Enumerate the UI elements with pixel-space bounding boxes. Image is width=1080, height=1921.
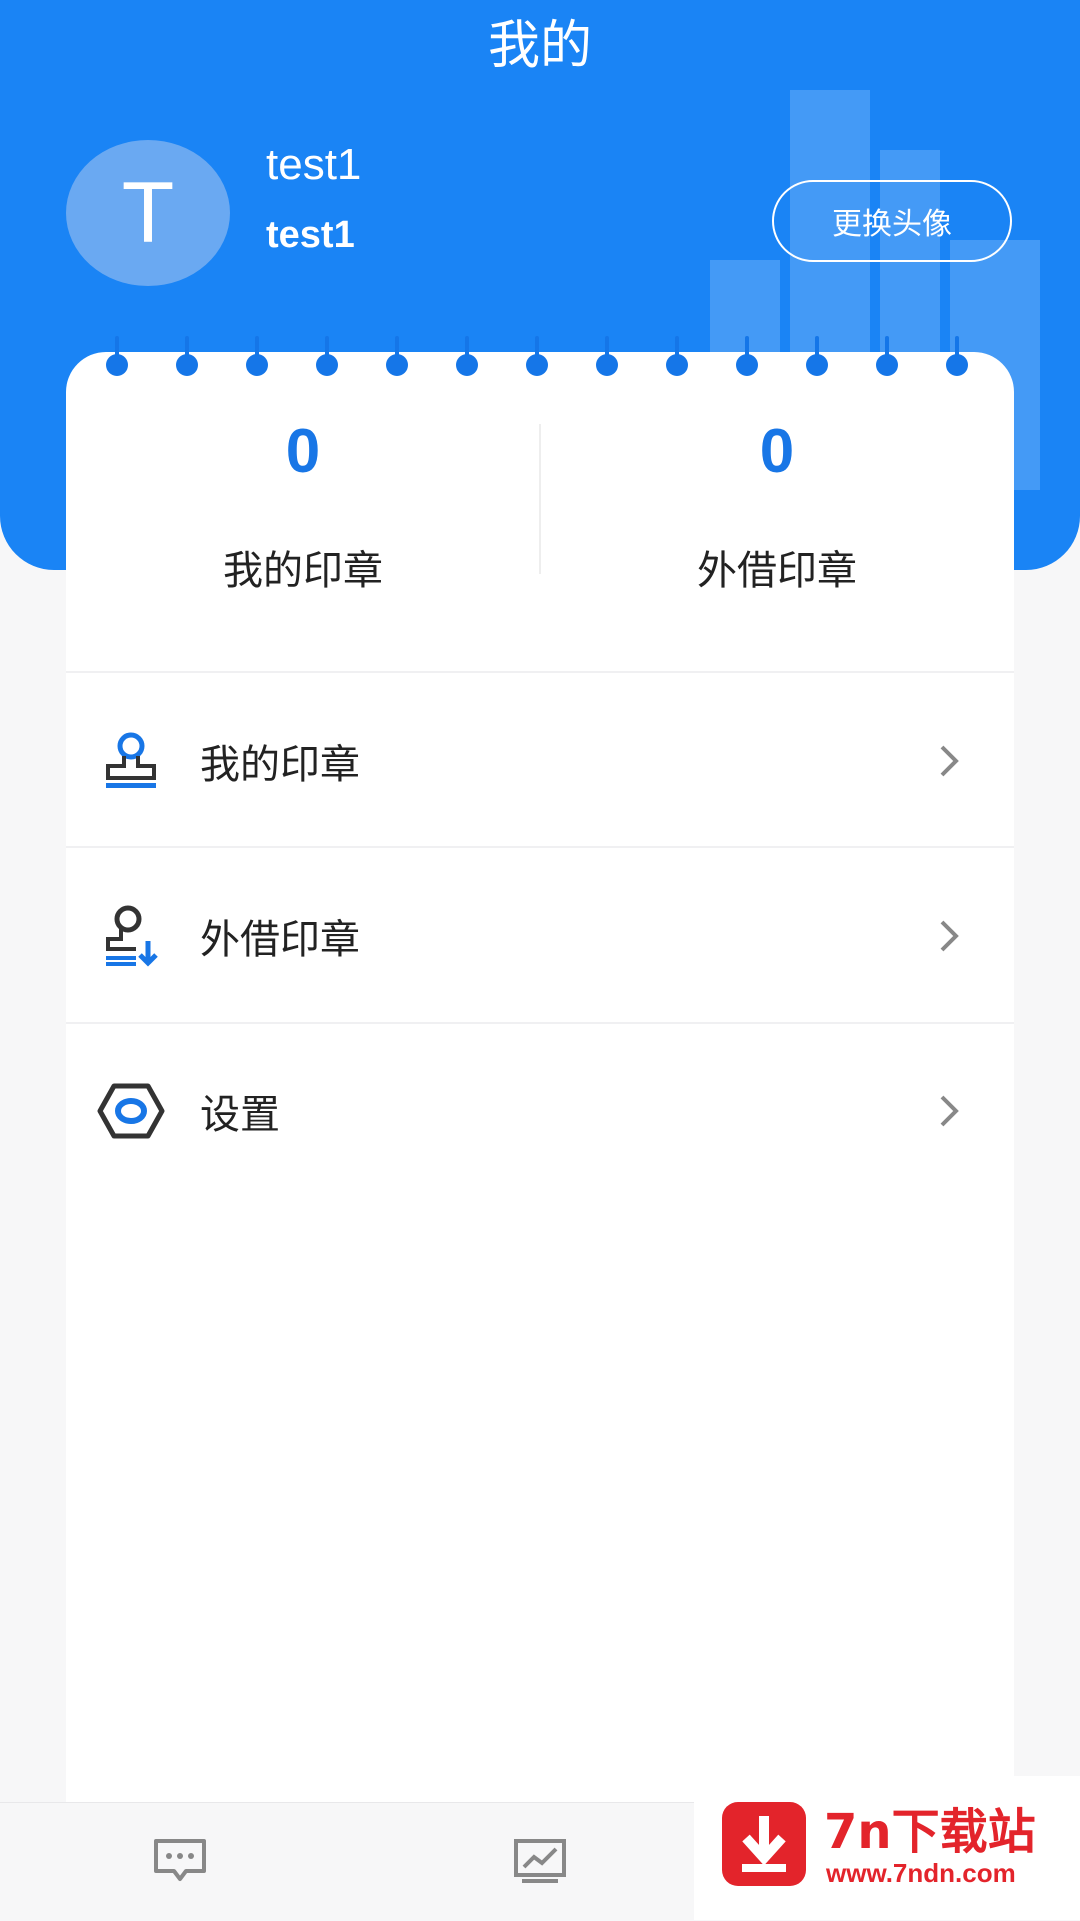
binder-ring [106,336,128,380]
menu-item-my-stamps[interactable]: 我的印章 [66,674,1014,848]
chart-icon[interactable] [512,1837,568,1885]
page-title: 我的 [487,16,592,76]
menu-item-borrowed-stamps[interactable]: 外借印章 [66,849,1014,1023]
binder-ring [596,336,618,380]
message-icon[interactable] [152,1837,208,1885]
menu-divider [66,671,1014,673]
menu-item-label: 我的印章 [200,742,360,788]
stamp-borrow-icon [106,905,158,967]
stat-borrowed-stamps[interactable]: 0 外借印章 [540,412,1014,596]
watermark: 7n下载站 www.7ndn.com [694,1776,1080,1920]
menu-item-label: 外借印章 [200,917,360,963]
chevron-right-icon [940,745,959,777]
stat-label: 外借印章 [697,548,857,594]
binder-ring [316,336,338,380]
binder-rings [0,336,1080,380]
username: test1 [266,140,362,189]
watermark-title: 7n下载站 [824,1804,1036,1860]
stat-label: 我的印章 [223,548,383,594]
stat-my-stamps[interactable]: 0 我的印章 [66,412,540,596]
binder-ring [806,336,828,380]
stat-value: 0 [759,417,795,486]
binder-ring [946,336,968,380]
menu-divider [66,846,1014,848]
binder-ring [176,336,198,380]
binder-ring [456,336,478,380]
avatar[interactable]: T [66,140,230,286]
stamp-icon [106,732,156,788]
watermark-url: www.7ndn.com [826,1858,1016,1888]
binder-ring [386,336,408,380]
change-avatar-button[interactable]: 更换头像 [772,180,1012,262]
download-logo-icon [722,1802,806,1886]
binder-ring [736,336,758,380]
account-name: test1 [266,214,355,256]
chevron-right-icon [940,1095,959,1127]
menu-item-label: 设置 [200,1092,280,1138]
settings-icon [97,1083,165,1139]
binder-ring [246,336,268,380]
binder-ring [526,336,548,380]
download-arrow-icon [742,1816,786,1872]
binder-ring [666,336,688,380]
stat-value: 0 [285,417,321,486]
binder-ring [876,336,898,380]
chevron-right-icon [940,920,959,952]
menu-item-settings[interactable]: 设置 [66,1024,1014,1198]
